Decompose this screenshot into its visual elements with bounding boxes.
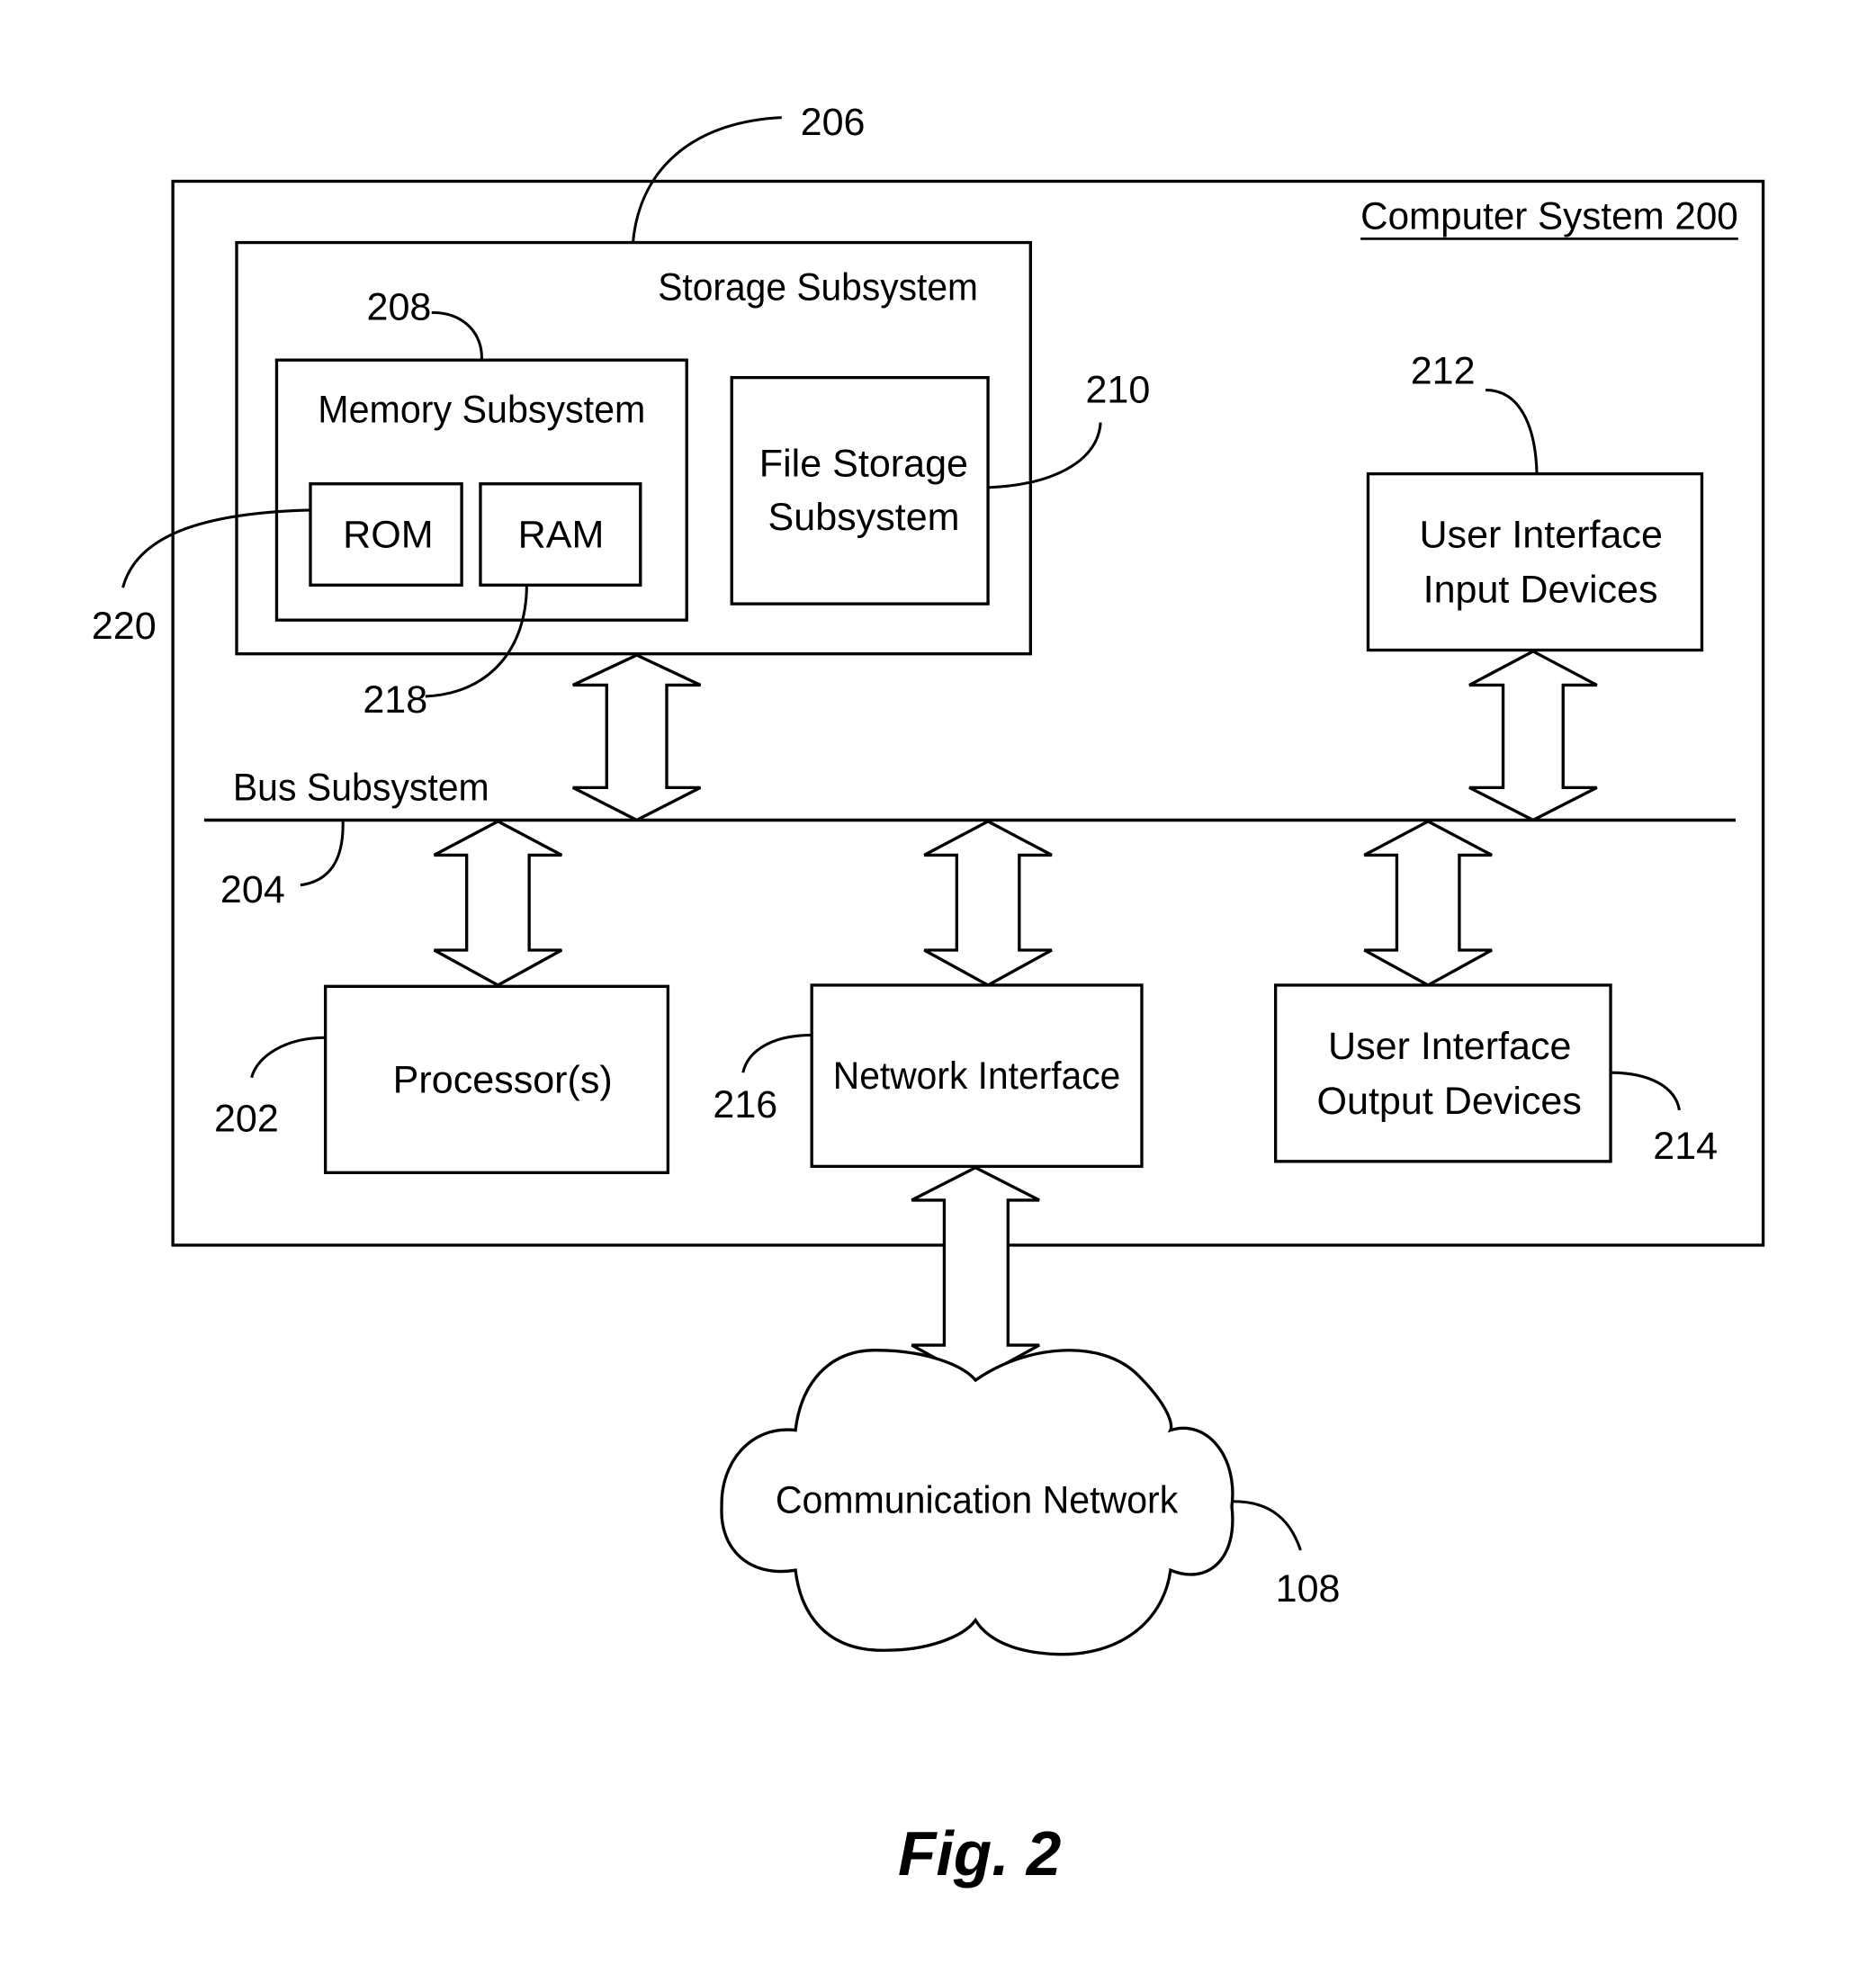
communication-network-label: Communication Network: [776, 1478, 1179, 1521]
ref-108: 108: [1276, 1567, 1341, 1611]
ref-218: 218: [363, 678, 427, 722]
storage-subsystem-label: Storage Subsystem: [658, 265, 978, 309]
ref-204: 204: [220, 868, 285, 911]
ref-210: 210: [1085, 368, 1150, 411]
ui-input-label-line2: Input Devices: [1423, 569, 1658, 612]
ui-output-box: [1273, 983, 1612, 1163]
network-interface-label: Network Interface: [833, 1054, 1121, 1098]
ui-output-label-line2: Output Devices: [1317, 1080, 1582, 1123]
ui-input-label-line1: User Interface: [1419, 514, 1662, 557]
file-storage-label-line1: File Storage: [759, 442, 968, 485]
file-storage-label-line2: Subsystem: [768, 496, 960, 539]
ref-206: 206: [801, 101, 866, 144]
file-storage-box: [730, 375, 990, 606]
ref-214: 214: [1653, 1125, 1718, 1168]
figure-caption: Fig. 2: [898, 1818, 1061, 1889]
leader-108: [1233, 1500, 1302, 1551]
bus-subsystem-label: Bus Subsystem: [233, 766, 489, 809]
ram-label: RAM: [518, 514, 605, 557]
ui-input-box: [1366, 471, 1704, 652]
rom-label: ROM: [343, 514, 433, 557]
ref-202: 202: [214, 1097, 279, 1140]
processor-label: Processor(s): [393, 1058, 613, 1101]
ui-output-label-line1: User Interface: [1328, 1025, 1571, 1068]
memory-subsystem-label: Memory Subsystem: [318, 389, 645, 432]
ref-208: 208: [367, 286, 432, 329]
patent-figure: Computer System 200 Storage Subsystem 20…: [92, 101, 1765, 1889]
arrow-network-interface-network: [911, 1165, 1040, 1382]
computer-system-label: Computer System 200: [1360, 194, 1738, 238]
ref-212: 212: [1411, 350, 1476, 393]
ref-220: 220: [92, 605, 157, 648]
ref-216: 216: [713, 1083, 777, 1126]
